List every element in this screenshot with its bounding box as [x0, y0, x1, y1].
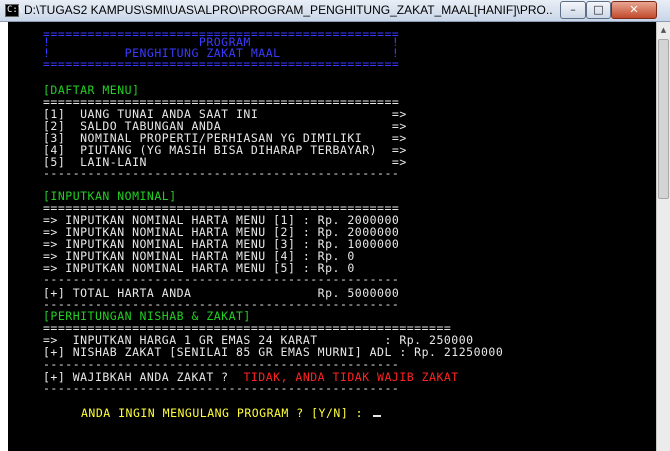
console-output[interactable]: ========================================…	[8, 22, 656, 451]
text-cursor	[372, 415, 381, 417]
close-button[interactable]: ✕	[611, 1, 657, 19]
vertical-scrollbar[interactable]: ▲	[656, 22, 670, 451]
scroll-up-arrow-icon[interactable]: ▲	[657, 22, 670, 38]
minimize-button[interactable]: –	[560, 1, 586, 19]
calc-rule-bottom: ----------------------------------------…	[43, 381, 400, 395]
header-border-bottom: ========================================…	[43, 57, 400, 71]
menu-rule-bottom: ----------------------------------------…	[43, 166, 400, 180]
scrollbar-thumb[interactable]	[658, 39, 669, 199]
maximize-button[interactable]: □	[586, 1, 611, 19]
repeat-prompt-line[interactable]: ANDA INGIN MENGULANG PROGRAM ? [Y/N] :	[81, 407, 381, 419]
console-app-icon[interactable]: C:\	[5, 4, 23, 17]
console-app-icon-label: C:\	[7, 5, 24, 15]
window-title: D:\TUGAS2 KAMPUS\SMI\UAS\ALPRO\PROGRAM_P…	[24, 3, 552, 17]
input-rule-mid: ----------------------------------------…	[43, 272, 400, 286]
window-titlebar[interactable]: C:\ D:\TUGAS2 KAMPUS\SMI\UAS\ALPRO\PROGR…	[0, 0, 670, 22]
repeat-prompt: ANDA INGIN MENGULANG PROGRAM ? [Y/N] :	[81, 406, 371, 420]
calc-rule-mid: ----------------------------------------…	[43, 357, 400, 371]
